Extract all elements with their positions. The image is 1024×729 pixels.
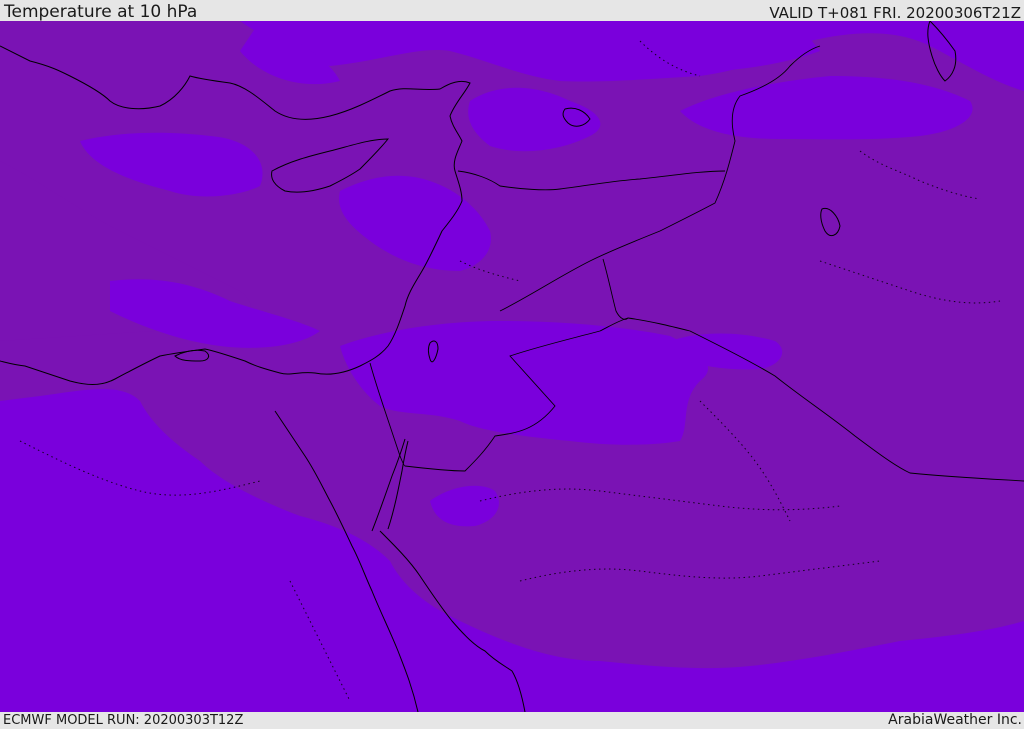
credit-label: ArabiaWeather Inc. (888, 712, 1022, 728)
valid-time-label: VALID T+081 FRI. 20200306T21Z (769, 4, 1021, 22)
header-bar: Temperature at 10 hPa VALID T+081 FRI. 2… (0, 0, 1024, 21)
footer-bar: ECMWF MODEL RUN: 20200303T12Z ArabiaWeat… (0, 712, 1024, 729)
map-title: Temperature at 10 hPa (4, 2, 198, 22)
temperature-map[interactable] (0, 20, 1024, 713)
map-canvas (0, 20, 1024, 713)
model-run-label: ECMWF MODEL RUN: 20200303T12Z (3, 713, 244, 728)
